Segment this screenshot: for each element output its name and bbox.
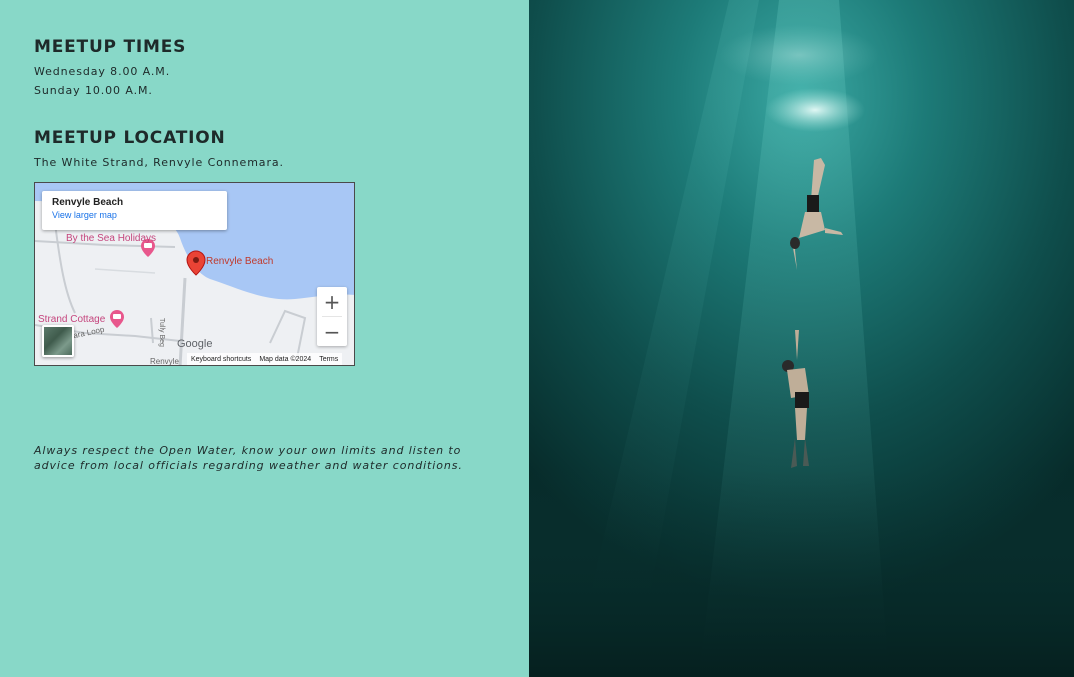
zoom-out-button[interactable]: − (317, 317, 347, 346)
info-panel: MEETUP TIMES Wednesday 8.00 A.M. Sunday … (0, 0, 529, 677)
embedded-map[interactable]: By the Sea Holidays Renvyle Beach Strand… (34, 182, 355, 366)
map-label-renvyle: Renvyle (150, 357, 179, 366)
map-data-text: Map data ©2024 (259, 355, 312, 363)
map-label-renvyle-beach: Renvyle Beach (206, 256, 274, 267)
meetup-address: The White Strand, Renvyle Connemara. (34, 156, 284, 169)
meetup-time-wednesday: Wednesday 8.00 A.M. (34, 65, 171, 78)
view-larger-map-link[interactable]: View larger map (52, 210, 217, 220)
zoom-controls: + − (317, 287, 347, 346)
zoom-in-button[interactable]: + (317, 287, 347, 316)
place-card: Renvyle Beach View larger map (42, 191, 227, 230)
map-label-strand-cottage: Strand Cottage (38, 314, 106, 325)
underwater-swimmers-image (529, 0, 1074, 677)
meetup-times-heading: MEETUP TIMES (34, 37, 187, 57)
google-logo: Google (177, 338, 213, 350)
map-footer: Keyboard shortcuts Map data ©2024 Terms (187, 353, 343, 365)
map-label-by-the-sea: By the Sea Holidays (66, 233, 157, 244)
satellite-toggle-button[interactable] (42, 325, 74, 357)
keyboard-shortcuts-link[interactable]: Keyboard shortcuts (191, 356, 251, 363)
place-title: Renvyle Beach (52, 197, 124, 208)
terms-link[interactable]: Terms (319, 356, 338, 363)
meetup-location-heading: MEETUP LOCATION (34, 128, 226, 148)
map-label-tully-beg: Tully Beg (158, 318, 165, 347)
meetup-time-sunday: Sunday 10.00 A.M. (34, 84, 153, 97)
safety-note: Always respect the Open Water, know your… (34, 444, 463, 472)
